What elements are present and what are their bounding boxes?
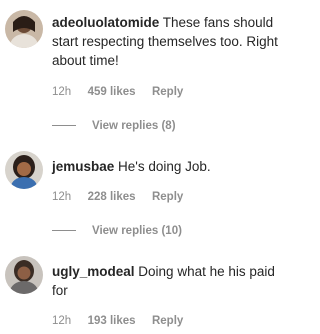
comment-meta: 12h 193 likes Reply	[52, 315, 183, 327]
comment-username[interactable]: ugly_modeal	[52, 264, 135, 279]
view-replies-button[interactable]: View replies (10)	[52, 225, 182, 237]
likes-count[interactable]: 459 likes	[88, 86, 136, 98]
reply-button[interactable]: Reply	[152, 315, 183, 327]
comment-username[interactable]: jemusbae	[52, 159, 114, 174]
comment-text-block: jemusbae He's doing Job.	[52, 157, 280, 176]
view-replies-label: View replies (10)	[92, 225, 182, 237]
comment-time: 12h	[52, 191, 72, 203]
comment-meta: 12h 228 likes Reply	[52, 191, 183, 203]
comment-username[interactable]: adeoluolatomide	[52, 15, 159, 30]
view-replies-button[interactable]: View replies (8)	[52, 120, 176, 132]
divider-line	[52, 125, 76, 127]
view-replies-label: View replies (8)	[92, 120, 176, 132]
avatar[interactable]	[5, 256, 43, 294]
reply-button[interactable]: Reply	[152, 86, 183, 98]
comment-text-block: adeoluolatomide These fans should start …	[52, 13, 280, 70]
divider-line	[52, 230, 76, 232]
comment-text: He's doing Job.	[118, 159, 211, 174]
comment-text-block: ugly_modeal Doing what he his paid for	[52, 262, 280, 300]
reply-button[interactable]: Reply	[152, 191, 183, 203]
comment-meta: 12h 459 likes Reply	[52, 86, 183, 98]
likes-count[interactable]: 228 likes	[88, 191, 136, 203]
avatar[interactable]	[5, 10, 43, 48]
likes-count[interactable]: 193 likes	[88, 315, 136, 327]
comment-time: 12h	[52, 86, 72, 98]
comment-time: 12h	[52, 315, 72, 327]
avatar[interactable]	[5, 151, 43, 189]
